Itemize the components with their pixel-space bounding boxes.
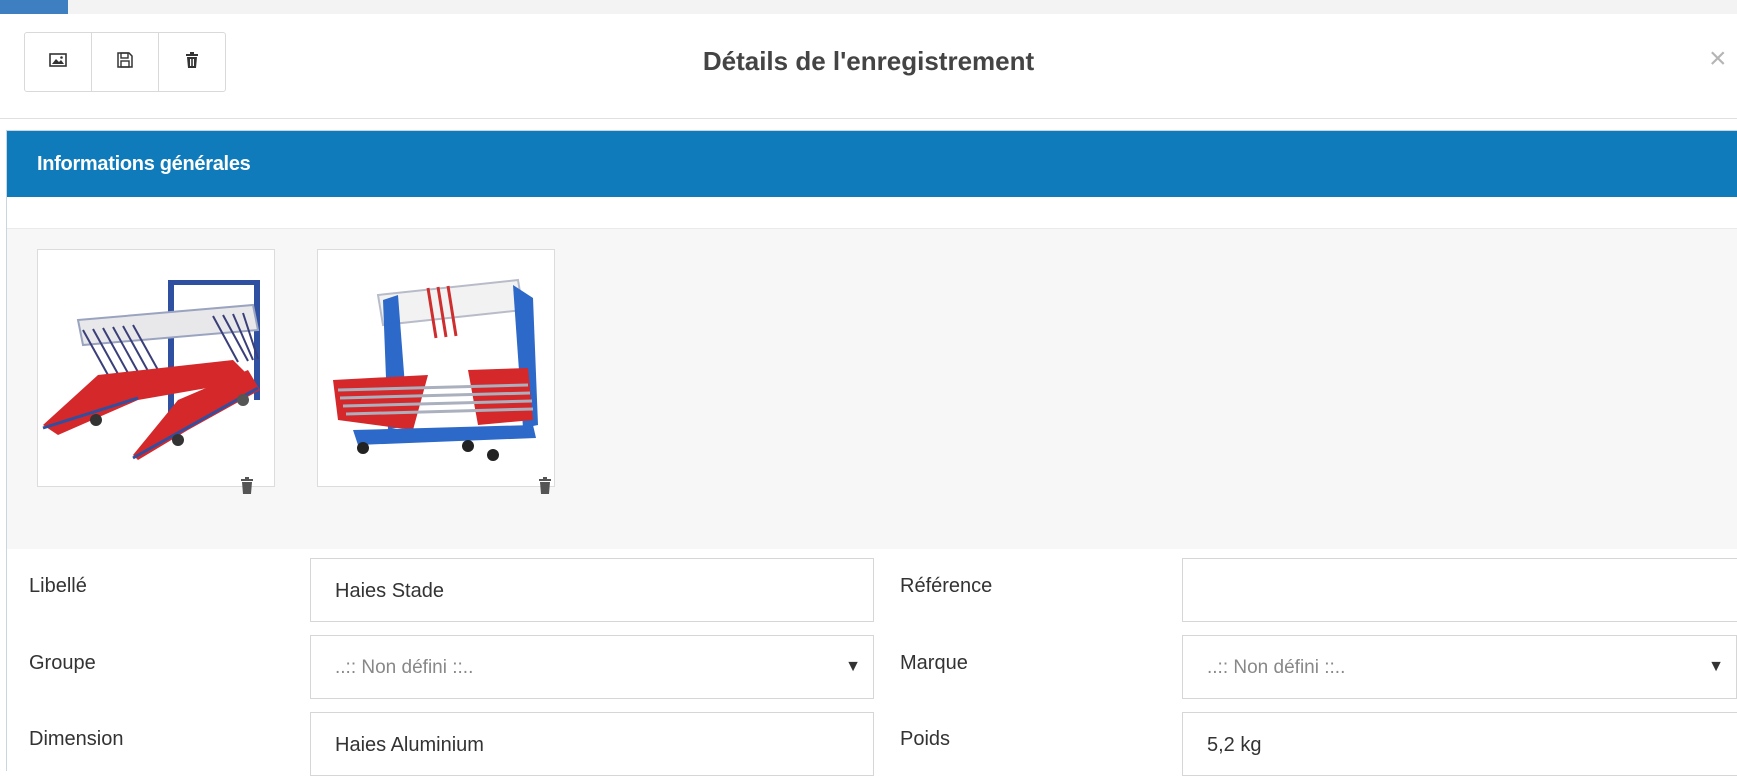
chevron-down-icon: ▼ <box>1708 658 1724 675</box>
dimension-input[interactable]: Haies Aluminium <box>310 712 874 776</box>
chevron-down-icon: ▼ <box>845 658 861 675</box>
trash-icon <box>539 477 551 494</box>
hurdle-trolley-photo-icon <box>333 278 538 461</box>
groupe-select[interactable]: ..:: Non défini ::.. ▼ <box>310 635 874 699</box>
groupe-label: Groupe <box>29 652 96 674</box>
delete-image-2-button[interactable] <box>537 477 553 495</box>
libelle-input[interactable]: Haies Stade <box>310 558 874 622</box>
libelle-value: Haies Stade <box>335 580 444 602</box>
trash-icon <box>241 477 253 494</box>
panel-header: Informations générales <box>7 131 1737 197</box>
header-divider <box>0 118 1737 119</box>
delete-image-1-button[interactable] <box>239 477 255 495</box>
marque-value: ..:: Non défini ::.. <box>1207 657 1346 678</box>
marque-label: Marque <box>900 652 968 674</box>
poids-input[interactable]: 5,2 kg <box>1182 712 1737 776</box>
image-gallery <box>7 228 1737 549</box>
gallery-image-1[interactable] <box>37 249 275 487</box>
marque-select[interactable]: ..:: Non défini ::.. ▼ <box>1182 635 1737 699</box>
libelle-label: Libellé <box>29 575 87 597</box>
panel-heading: Informations générales <box>37 153 251 175</box>
modal-title: Détails de l'enregistrement <box>702 46 1035 76</box>
gallery-image-2[interactable] <box>317 249 555 487</box>
poids-label: Poids <box>900 728 951 750</box>
dimension-label: Dimension <box>29 728 124 750</box>
poids-value: 5,2 kg <box>1207 734 1262 756</box>
dimension-value: Haies Aluminium <box>335 734 484 756</box>
general-info-panel: Informations générales Libellé Haies Sta… <box>6 130 1737 776</box>
reference-label: Référence <box>900 575 993 597</box>
reference-input[interactable] <box>1182 558 1737 622</box>
active-tab-indicator[interactable] <box>0 0 68 14</box>
groupe-value: ..:: Non défini ::.. <box>335 657 474 678</box>
close-button[interactable]: × <box>1709 42 1737 76</box>
top-strip <box>0 0 1737 14</box>
hurdle-cart-photo-icon <box>42 280 260 460</box>
